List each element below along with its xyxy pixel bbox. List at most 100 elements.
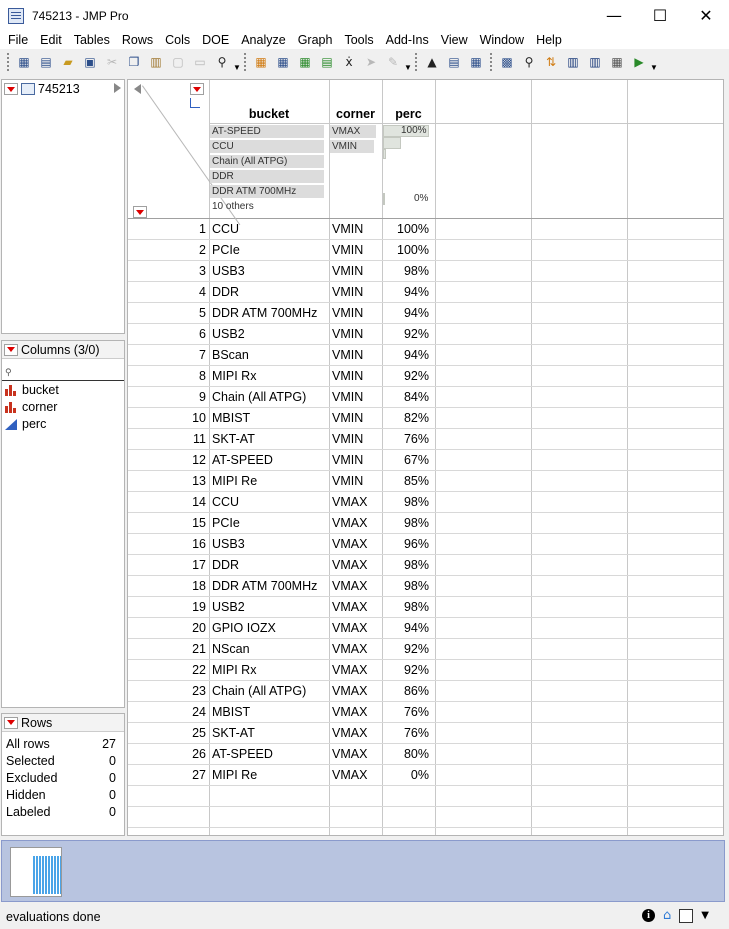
toolbar-grip[interactable] — [490, 53, 493, 71]
close-button[interactable]: ✕ — [683, 0, 729, 31]
table-row[interactable]: 6 USB2 VMIN 92% — [128, 324, 723, 345]
row-number[interactable]: 8 — [128, 366, 206, 386]
cell-corner[interactable]: VMIN — [332, 345, 363, 365]
cell-corner[interactable]: VMIN — [332, 303, 363, 323]
cell-corner[interactable]: VMAX — [332, 513, 367, 533]
cell-bucket[interactable]: DDR ATM 700MHz — [212, 576, 317, 596]
cell-bucket[interactable]: AT-SPEED — [212, 450, 273, 470]
menu-analyze[interactable]: Analyze — [235, 33, 291, 47]
row-number[interactable]: 16 — [128, 534, 206, 554]
table-row[interactable] — [128, 828, 723, 835]
row-number[interactable]: 1 — [128, 219, 206, 239]
table-row[interactable]: 22 MIPI Rx VMAX 92% — [128, 660, 723, 681]
cell-corner[interactable]: VMIN — [332, 450, 363, 470]
arrow-cursor-icon[interactable]: ▲ — [422, 52, 442, 72]
table-row[interactable]: 7 BScan VMIN 94% — [128, 345, 723, 366]
row-number[interactable]: 25 — [128, 723, 206, 743]
cell-perc[interactable]: 94% — [382, 282, 429, 302]
tabulate-icon[interactable]: ▦ — [466, 52, 486, 72]
cell-corner[interactable]: VMAX — [332, 723, 367, 743]
expand-right-icon[interactable] — [114, 83, 121, 93]
cell-corner[interactable]: VMIN — [332, 324, 363, 344]
row-number[interactable]: 13 — [128, 471, 206, 491]
cell-perc[interactable]: 98% — [382, 597, 429, 617]
column-item-corner[interactable]: corner — [2, 398, 124, 415]
cell-bucket[interactable]: USB2 — [212, 324, 245, 344]
table-row[interactable]: 3 USB3 VMIN 98% — [128, 261, 723, 282]
row-number[interactable]: 5 — [128, 303, 206, 323]
menu-help[interactable]: Help — [530, 33, 568, 47]
cell-perc[interactable]: 100% — [382, 240, 429, 260]
split-columns-icon[interactable]: ▥ — [585, 52, 605, 72]
cell-corner[interactable]: VMAX — [332, 681, 367, 701]
toolbar-grip[interactable] — [7, 53, 10, 71]
table-row[interactable]: 9 Chain (All ATPG) VMIN 84% — [128, 387, 723, 408]
cell-corner[interactable]: VMIN — [332, 429, 363, 449]
dropdown-icon[interactable]: ▼ — [701, 910, 709, 921]
cell-bucket[interactable]: CCU — [212, 219, 239, 239]
menu-file[interactable]: File — [2, 33, 34, 47]
menu-tools[interactable]: Tools — [338, 33, 379, 47]
cell-bucket[interactable]: SKT-AT — [212, 723, 255, 743]
graph-builder-icon[interactable]: ▩ — [497, 52, 517, 72]
cell-bucket[interactable]: CCU — [212, 492, 239, 512]
menu-tables[interactable]: Tables — [68, 33, 116, 47]
cell-bucket[interactable]: MBIST — [212, 408, 250, 428]
cell-corner[interactable]: VMIN — [332, 219, 363, 239]
info-icon[interactable]: i — [642, 909, 656, 922]
row-number[interactable]: 18 — [128, 576, 206, 596]
split-icon[interactable]: ▦ — [295, 52, 315, 72]
menu-edit[interactable]: Edit — [34, 33, 68, 47]
row-number[interactable]: 7 — [128, 345, 206, 365]
cell-bucket[interactable]: Chain (All ATPG) — [212, 681, 306, 701]
table-row[interactable]: 4 DDR VMIN 94% — [128, 282, 723, 303]
row-number[interactable]: 4 — [128, 282, 206, 302]
column-header-perc[interactable]: perc — [382, 107, 435, 121]
row-number[interactable]: 19 — [128, 597, 206, 617]
lock-icon[interactable]: ▭ — [190, 52, 210, 72]
table-row[interactable]: 25 SKT-AT VMAX 76% — [128, 723, 723, 744]
cell-corner[interactable]: VMAX — [332, 597, 367, 617]
cell-perc[interactable]: 94% — [382, 345, 429, 365]
cell-perc[interactable]: 94% — [382, 303, 429, 323]
cell-corner[interactable]: VMAX — [332, 639, 367, 659]
column-header-bucket[interactable]: bucket — [209, 107, 329, 121]
cell-bucket[interactable]: SKT-AT — [212, 429, 255, 449]
menu-view[interactable]: View — [435, 33, 474, 47]
table-row[interactable]: 21 NScan VMAX 92% — [128, 639, 723, 660]
table-row[interactable]: 8 MIPI Rx VMIN 92% — [128, 366, 723, 387]
cell-perc[interactable]: 67% — [382, 450, 429, 470]
toolbar-dropdown-icon[interactable]: ▼ — [650, 52, 658, 72]
edit-pencil-icon[interactable]: ✎ — [383, 52, 403, 72]
table-row[interactable] — [128, 786, 723, 807]
cell-perc[interactable]: 80% — [382, 744, 429, 764]
table-row[interactable]: 27 MIPI Re VMAX 0% — [128, 765, 723, 786]
row-number[interactable]: 20 — [128, 618, 206, 638]
cell-bucket[interactable]: DDR — [212, 555, 239, 575]
row-number[interactable]: 6 — [128, 324, 206, 344]
cell-bucket[interactable]: PCIe — [212, 240, 240, 260]
cell-bucket[interactable]: PCIe — [212, 513, 240, 533]
row-number[interactable]: 14 — [128, 492, 206, 512]
report-thumbnail[interactable] — [10, 847, 62, 897]
column-item-bucket[interactable]: bucket — [2, 381, 124, 398]
row-number[interactable]: 23 — [128, 681, 206, 701]
cell-corner[interactable]: VMIN — [332, 387, 363, 407]
table-row[interactable]: 1 CCU VMIN 100% — [128, 219, 723, 240]
table-name[interactable]: 745213 — [38, 82, 80, 96]
cell-corner[interactable]: VMAX — [332, 765, 367, 785]
cell-corner[interactable]: VMIN — [332, 408, 363, 428]
paste-icon[interactable]: ▥ — [146, 52, 166, 72]
cell-perc[interactable]: 92% — [382, 639, 429, 659]
cell-perc[interactable]: 98% — [382, 513, 429, 533]
table-row[interactable]: 24 MBIST VMAX 76% — [128, 702, 723, 723]
row-number[interactable]: 27 — [128, 765, 206, 785]
home-icon[interactable]: ⌂ — [663, 908, 671, 923]
cell-corner[interactable]: VMAX — [332, 702, 367, 722]
table-row[interactable]: 15 PCIe VMAX 98% — [128, 513, 723, 534]
minimize-button[interactable]: — — [591, 0, 637, 31]
cell-bucket[interactable]: MIPI Rx — [212, 366, 256, 386]
cell-perc[interactable]: 98% — [382, 555, 429, 575]
column-item-perc[interactable]: perc — [2, 415, 124, 432]
cell-perc[interactable]: 92% — [382, 660, 429, 680]
